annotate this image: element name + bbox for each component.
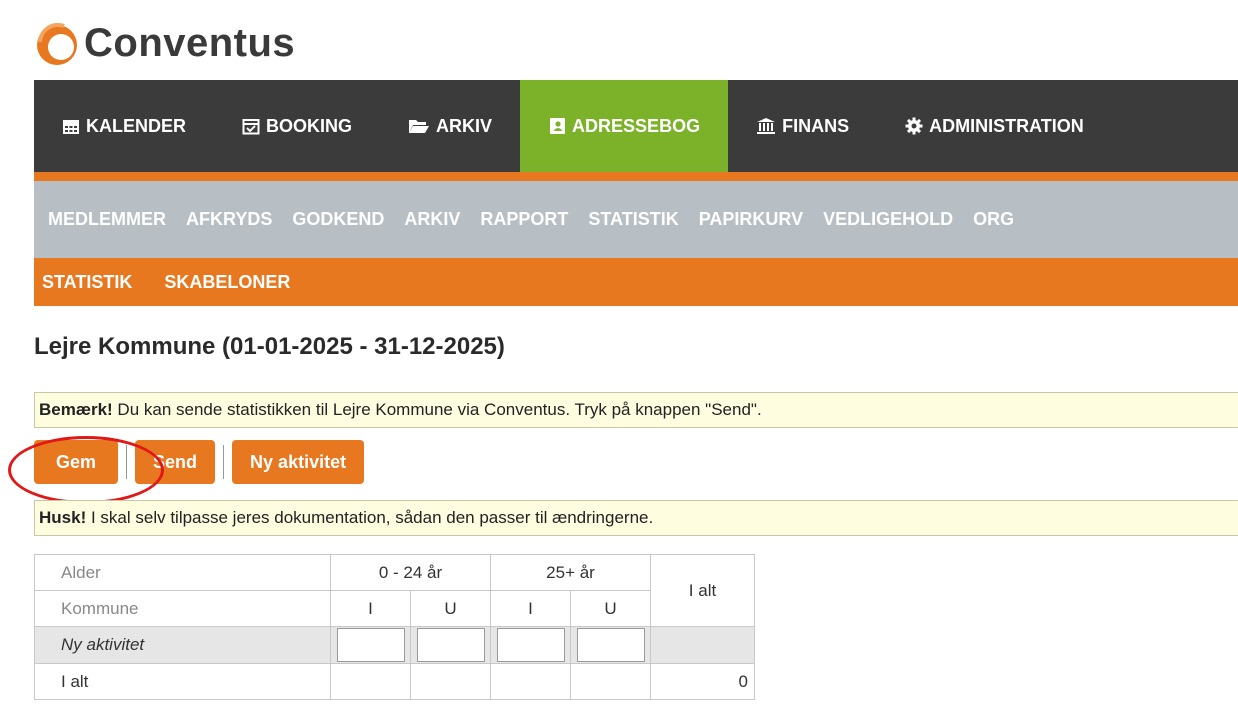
subnav-medlemmer[interactable]: MEDLEMMER: [34, 209, 176, 230]
table-cell: [330, 626, 411, 664]
tab-statistik[interactable]: STATISTIK: [34, 272, 146, 293]
bank-icon: [757, 118, 776, 134]
total-value: 0: [650, 663, 755, 700]
table-row: I alt 0: [34, 663, 755, 700]
table-row: Ny aktivitet: [34, 626, 755, 664]
nav-label: ARKIV: [436, 115, 493, 136]
table-cell: [410, 663, 491, 700]
section-navigation: STATISTIK SKABELONER: [34, 258, 1238, 306]
tab-skabeloner[interactable]: SKABELONER: [146, 272, 304, 293]
nav-divider: [34, 172, 1238, 181]
conventus-logo-icon: [34, 20, 80, 66]
notice-strong: Husk!: [39, 508, 87, 527]
total-row-label: I alt: [34, 663, 331, 700]
folder-open-icon: [409, 120, 430, 133]
nav-booking[interactable]: BOOKING: [214, 80, 380, 172]
statistics-table: Alder 0 - 24 år 25+ år I alt Kommune I U…: [34, 554, 755, 700]
button-divider: [126, 445, 128, 479]
nav-administration[interactable]: ADMINISTRATION: [877, 80, 1112, 172]
button-divider: [223, 445, 225, 479]
subnav-godkend[interactable]: GODKEND: [282, 209, 394, 230]
send-notice: Bemærk! Du kan sende statistikken til Le…: [34, 392, 1238, 428]
table-cell: [490, 626, 571, 664]
row-label-kommune: Kommune: [34, 590, 331, 627]
total-header: I alt: [650, 554, 755, 627]
main-navigation: KALENDER BOOKING ARKIV ADRESSEBOG FINANS…: [34, 80, 1238, 182]
nav-label: KALENDER: [86, 115, 187, 136]
nav-finans[interactable]: FINANS: [728, 80, 877, 172]
table-cell: [650, 626, 755, 664]
address-book-icon: [550, 118, 566, 134]
table-row: Alder 0 - 24 år 25+ år I alt: [34, 554, 755, 627]
send-button[interactable]: Send: [135, 440, 216, 484]
calendar-check-icon: [242, 119, 260, 135]
notice-strong: Bemærk!: [39, 400, 113, 419]
brand-name: Conventus: [84, 20, 296, 65]
count-input-0-24-u[interactable]: [416, 628, 485, 662]
subnav-arkiv[interactable]: ARKIV: [394, 209, 470, 230]
activity-row-label: Ny aktivitet: [34, 626, 331, 664]
sub-navigation: MEDLEMMER AFKRYDS GODKEND ARKIV RAPPORT …: [34, 181, 1238, 258]
column-header-u: U: [410, 590, 491, 627]
calendar-icon: [63, 120, 79, 134]
gear-icon: [905, 117, 923, 135]
action-buttons: Gem Send Ny aktivitet: [34, 440, 365, 484]
table-cell: [490, 663, 571, 700]
subnav-rapport[interactable]: RAPPORT: [470, 209, 578, 230]
table-row: Kommune I U I U: [34, 590, 755, 627]
nav-adressebog[interactable]: ADRESSEBOG: [520, 80, 729, 182]
new-activity-button[interactable]: Ny aktivitet: [232, 440, 365, 484]
age-group-header: 0 - 24 år: [330, 554, 491, 591]
documentation-notice: Husk! I skal selv tilpasse jeres dokumen…: [34, 500, 1238, 536]
nav-label: ADRESSEBOG: [572, 115, 701, 136]
column-header-i: I: [490, 590, 571, 627]
row-label-alder: Alder: [34, 554, 331, 591]
notice-text: Du kan sende statistikken til Lejre Komm…: [112, 400, 762, 419]
subnav-papirkurv[interactable]: PAPIRKURV: [689, 209, 813, 230]
nav-arkiv[interactable]: ARKIV: [380, 80, 520, 172]
notice-text: I skal selv tilpasse jeres dokumentation…: [86, 508, 654, 527]
table-cell: [410, 626, 491, 664]
column-header-u: U: [570, 590, 651, 627]
age-group-header: 25+ år: [490, 554, 651, 591]
conventus-logo[interactable]: Conventus: [34, 18, 295, 68]
nav-kalender[interactable]: KALENDER: [34, 80, 214, 172]
count-input-25-i[interactable]: [496, 628, 565, 662]
subnav-statistik[interactable]: STATISTIK: [578, 209, 688, 230]
count-input-0-24-i[interactable]: [336, 628, 405, 662]
subnav-org[interactable]: ORG: [963, 209, 1024, 230]
nav-label: FINANS: [782, 115, 850, 136]
nav-label: BOOKING: [266, 115, 353, 136]
save-button[interactable]: Gem: [34, 440, 119, 484]
table-cell: [570, 663, 651, 700]
table-cell: [330, 663, 411, 700]
subnav-afkryds[interactable]: AFKRYDS: [176, 209, 282, 230]
nav-label: ADMINISTRATION: [929, 115, 1084, 136]
subnav-vedligehold[interactable]: VEDLIGEHOLD: [813, 209, 963, 230]
column-header-i: I: [330, 590, 411, 627]
table-cell: [570, 626, 651, 664]
page-title: Lejre Kommune (01-01-2025 - 31-12-2025): [34, 333, 505, 360]
count-input-25-u[interactable]: [576, 628, 645, 662]
